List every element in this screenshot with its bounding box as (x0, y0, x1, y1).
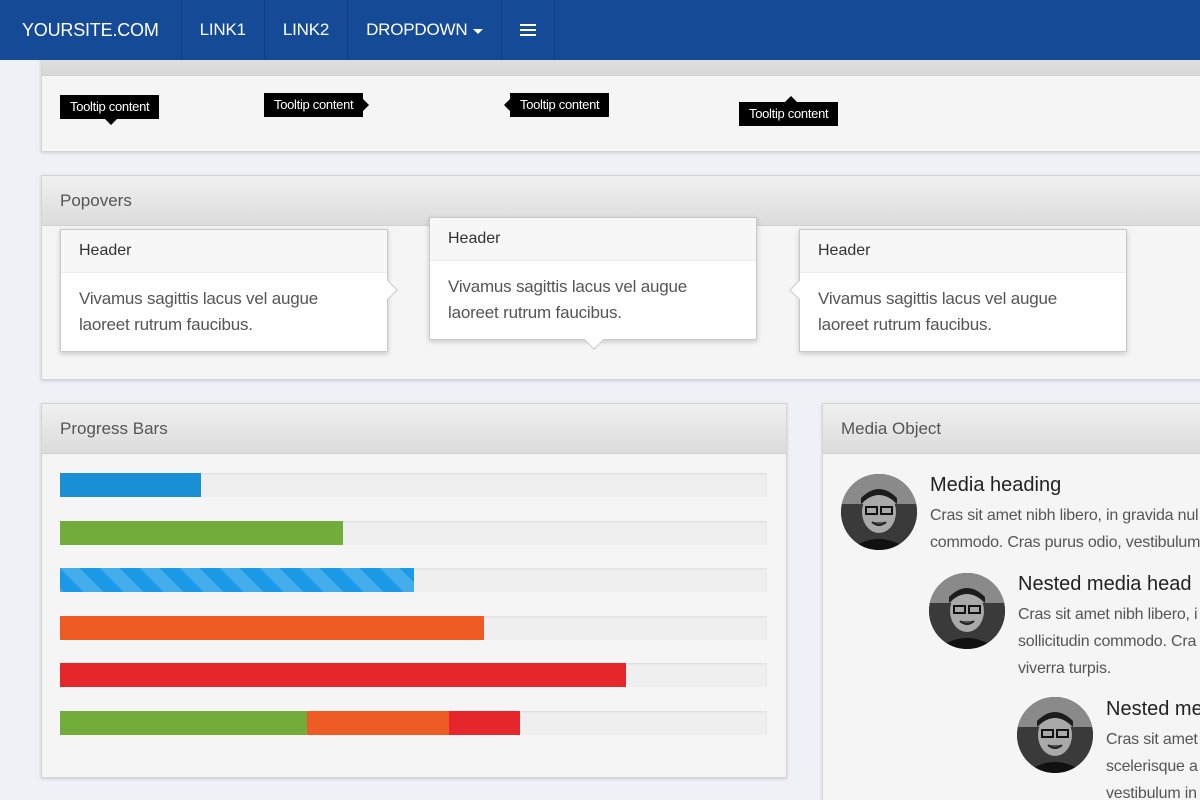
media-text-line: sollicitudin commodo. Cra (1018, 633, 1197, 650)
nav-link-1[interactable]: LINK1 (182, 0, 265, 60)
tooltip-text: Tooltip content (274, 97, 354, 112)
media-heading: Nested media head (1018, 573, 1192, 595)
menu-toggle-button[interactable] (502, 0, 556, 60)
media-text-line: scelerisque a (1106, 758, 1198, 775)
popover-header: Header (430, 218, 756, 261)
panel-title: Popovers (60, 190, 132, 210)
tooltip-arrow (105, 119, 117, 125)
avatar (841, 474, 917, 550)
popover-right: Header Vivamus sagittis lacus vel augue … (60, 229, 398, 352)
avatar (929, 573, 1005, 649)
hamburger-icon (520, 24, 537, 36)
tooltip-arrow (785, 96, 797, 102)
progress-bars-panel: Progress Bars (41, 403, 787, 778)
progress-bar-fill (60, 520, 343, 545)
progress-bar-fill (60, 615, 485, 640)
brand-link[interactable]: YOURSITE.COM (0, 0, 182, 60)
tooltip-right: Tooltip content (504, 93, 610, 117)
popover-content: Vivamus sagittis lacus vel augue laoreet… (448, 277, 687, 322)
media-text-line: Cras sit amet nibh libero, i (1018, 606, 1198, 623)
panel-title: Progress Bars (60, 418, 168, 438)
popover-content: Vivamus sagittis lacus vel augue laoreet… (818, 289, 1057, 334)
panel-title: Media Object (841, 418, 942, 438)
progress-bar-fill (448, 710, 520, 735)
media-object-panel: Media Object Media heading Cras sit amet… (822, 403, 1200, 800)
media-text-line: Cras sit amet (1106, 731, 1198, 748)
progress-bar-fill (60, 473, 202, 497)
progress-bar-fill (307, 710, 449, 735)
popover-left: Header Vivamus sagittis lacus vel augue … (789, 229, 1127, 352)
tooltip-arrow (363, 99, 370, 111)
popovers-panel: Popovers Header Vivamus sagittis lacus v… (41, 175, 1200, 380)
media-text-line: viverra turpis. (1018, 660, 1112, 677)
tooltip-text: Tooltip content (749, 106, 829, 121)
panel-heading: Media Object (823, 404, 1200, 454)
media-heading: Media heading (930, 474, 1062, 496)
progress-bar (60, 473, 767, 497)
tooltip-text: Tooltip content (70, 99, 150, 114)
caret-down-icon (473, 28, 484, 34)
popover-header: Header (800, 230, 1126, 273)
nav-dropdown-label: DROPDOWN (366, 20, 468, 39)
progress-bar (60, 710, 767, 735)
media-text: Cras sit amet nibh libero, i sollicitudi… (1018, 601, 1198, 682)
progress-bar-fill (60, 663, 626, 687)
tooltip-arrow (504, 99, 510, 111)
nav-dropdown[interactable]: DROPDOWN (348, 0, 503, 60)
avatar (1017, 697, 1093, 773)
progress-bar (60, 663, 767, 687)
tooltip-top: Tooltip content (60, 95, 160, 125)
media-text: Cras sit amet nibh libero, in gravida nu… (930, 502, 1200, 556)
popover-top: Header Vivamus sagittis lacus vel augue … (429, 217, 757, 350)
progress-bar-fill (60, 710, 308, 735)
top-navbar: YOURSITE.COM LINK1 LINK2 DROPDOWN (0, 0, 1200, 60)
media-heading: Nested me (1106, 698, 1200, 720)
media-text-line: commodo. Cras purus odio, vestibulum (930, 534, 1200, 551)
popover-content: Vivamus sagittis lacus vel augue laoreet… (79, 289, 318, 334)
panel-heading: Progress Bars (42, 404, 786, 454)
popover-header: Header (61, 230, 387, 273)
media-text-line: vestibulum in (1106, 785, 1197, 800)
tooltip-bottom: Tooltip content (739, 96, 839, 126)
progress-bar (60, 568, 767, 592)
progress-bar (60, 520, 767, 545)
progress-bar-fill (60, 568, 414, 592)
media-text: Cras sit amet scelerisque a vestibulum i… (1106, 726, 1198, 800)
nav-link-2[interactable]: LINK2 (265, 0, 349, 60)
media-text-line: Cras sit amet nibh libero, in gravida nu… (930, 507, 1199, 524)
progress-bar (60, 615, 767, 640)
tooltip-text: Tooltip content (520, 97, 600, 112)
tooltip-left: Tooltip content (264, 93, 370, 117)
